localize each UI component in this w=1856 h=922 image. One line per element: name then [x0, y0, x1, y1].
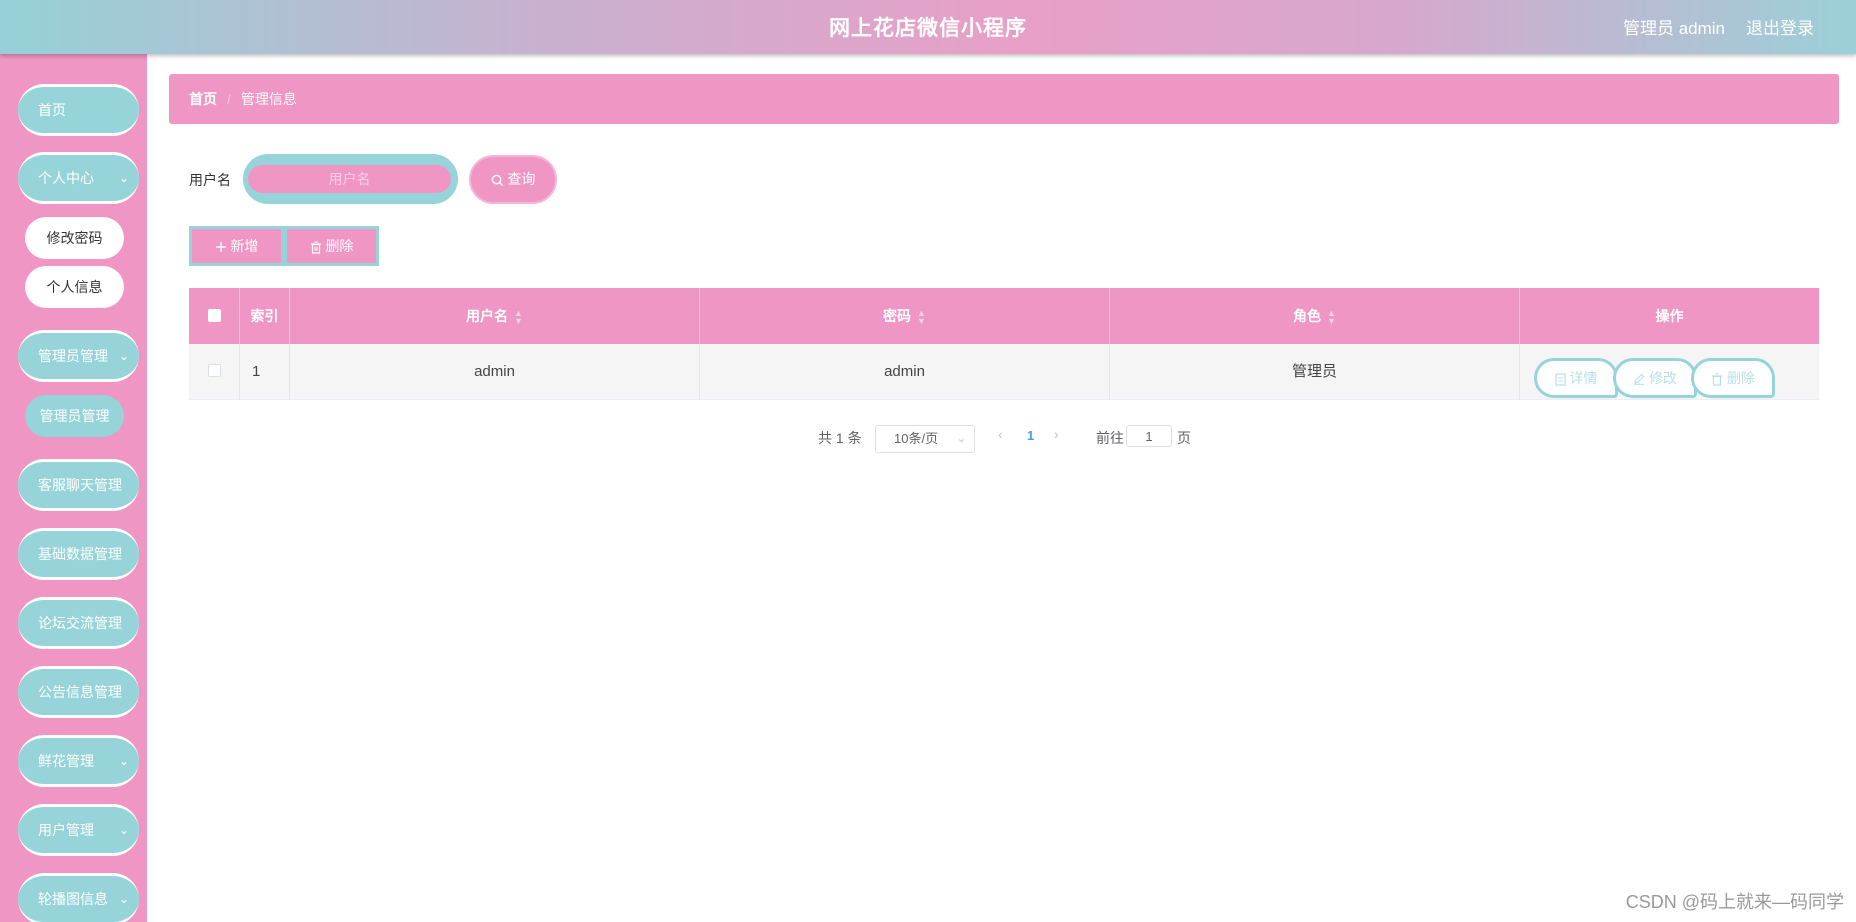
plus-icon: [215, 238, 231, 254]
sidebar-item-label: 客服聊天管理: [38, 477, 122, 493]
sidebar-subitem-label: 管理员管理: [39, 408, 110, 424]
header-role-label: 角色: [1293, 308, 1322, 324]
sidebar-item-label: 用户管理: [38, 822, 94, 838]
logout-link[interactable]: 退出登录: [1746, 14, 1814, 39]
goto-page-input[interactable]: [1126, 425, 1172, 447]
breadcrumb-home[interactable]: 首页: [189, 91, 217, 107]
row-ops: 详情 修改 删除: [1520, 344, 1819, 400]
table-row: 1 admin admin 管理员 详情 修改 删除: [189, 344, 1819, 400]
query-button-label: 查询: [507, 171, 536, 187]
row-delete-button-label: 删除: [1726, 370, 1755, 386]
search-input-wrapper: [243, 154, 458, 204]
pagination-total: 共 1 条: [818, 430, 862, 446]
sidebar-subitem-admin-management[interactable]: 管理员管理: [25, 395, 124, 437]
page-size-select[interactable]: 10条/页 ⌄: [875, 425, 975, 453]
table-header: 索引 用户名 ▲ ▼ 密码 ▲ ▼ 角色 ▲ ▼ 操作: [189, 288, 1819, 344]
header-index: 索引: [240, 288, 290, 344]
app-title: 网上花店微信小程序: [829, 17, 1027, 40]
sidebar-subitem-label: 个人信息: [46, 279, 103, 295]
goto-label: 前往: [1096, 430, 1124, 446]
sidebar-item-label: 论坛交流管理: [38, 615, 122, 631]
sidebar-item-personal-center[interactable]: 个人中心 ⌄: [18, 152, 139, 204]
edit-icon: [1633, 370, 1649, 386]
header-ops: 操作: [1655, 308, 1684, 324]
goto-suffix: 页: [1177, 430, 1191, 446]
chevron-down-icon: ⌄: [118, 754, 129, 768]
delete-button[interactable]: 删除: [284, 226, 379, 266]
chevron-left-icon: ‹: [998, 426, 1003, 442]
detail-button-label: 详情: [1569, 370, 1598, 386]
row-select[interactable]: [189, 344, 240, 400]
add-button-label: 新增: [230, 238, 259, 254]
row-username: admin: [290, 344, 700, 400]
sidebar-item-carousel[interactable]: 轮播图信息 ⌄: [18, 873, 139, 922]
sidebar-subitem-label: 修改密码: [46, 230, 103, 246]
header-select-all[interactable]: [189, 288, 240, 344]
chevron-down-icon: ⌄: [118, 349, 129, 363]
header-username-label: 用户名: [466, 308, 509, 324]
sidebar-item-base-data[interactable]: 基础数据管理: [18, 528, 139, 580]
trash-icon: [1711, 370, 1727, 386]
chevron-down-icon: ⌄: [118, 171, 129, 185]
search-label: 用户名: [189, 172, 231, 188]
sidebar: 首页 个人中心 ⌄ 修改密码 个人信息 管理员管理 ⌄ 管理员管理 客服聊天管理…: [0, 54, 147, 922]
username-search-input[interactable]: [248, 165, 451, 193]
detail-button[interactable]: 详情: [1534, 358, 1618, 398]
edit-button[interactable]: 修改: [1613, 358, 1697, 398]
breadcrumb-current: 管理信息: [240, 91, 297, 107]
sidebar-subitem-change-password[interactable]: 修改密码: [25, 217, 124, 259]
document-icon: [1554, 370, 1570, 386]
row-index: 1: [240, 344, 290, 400]
trash-icon: [310, 238, 326, 254]
row-delete-button[interactable]: 删除: [1691, 358, 1775, 398]
header-username[interactable]: 用户名 ▲ ▼: [290, 288, 700, 344]
next-page-button[interactable]: ›: [1054, 426, 1059, 442]
sort-icon[interactable]: ▲ ▼: [1327, 309, 1336, 326]
page-number-current[interactable]: 1: [1027, 428, 1034, 443]
header-role[interactable]: 角色 ▲ ▼: [1110, 288, 1520, 344]
row-checkbox[interactable]: [207, 364, 221, 378]
sort-icon[interactable]: ▲ ▼: [917, 309, 926, 326]
sidebar-item-chat-management[interactable]: 客服聊天管理: [18, 459, 139, 511]
breadcrumb: 首页 / 管理信息: [169, 74, 1839, 124]
watermark: CSDN @码上就来—码同学: [1625, 892, 1844, 912]
sidebar-item-flowers[interactable]: 鲜花管理 ⌄: [18, 735, 139, 787]
sidebar-item-admin-management[interactable]: 管理员管理 ⌄: [18, 330, 139, 382]
header-password-label: 密码: [883, 308, 912, 324]
sidebar-item-users[interactable]: 用户管理 ⌄: [18, 804, 139, 856]
breadcrumb-separator: /: [227, 91, 231, 107]
page-size-value: 10条/页: [894, 431, 939, 446]
chevron-down-icon: ⌄: [118, 892, 129, 906]
chevron-down-icon: ⌄: [118, 823, 129, 837]
header-password[interactable]: 密码 ▲ ▼: [700, 288, 1110, 344]
edit-button-label: 修改: [1648, 370, 1677, 386]
top-header: 网上花店微信小程序 管理员 admin 退出登录: [0, 0, 1856, 54]
sidebar-item-label: 首页: [38, 102, 66, 118]
row-password: admin: [700, 344, 1110, 400]
chevron-right-icon: ›: [1054, 426, 1059, 442]
search-icon: [491, 171, 508, 187]
select-all-checkbox[interactable]: [207, 309, 221, 323]
row-role: 管理员: [1110, 344, 1520, 400]
sidebar-item-home[interactable]: 首页: [18, 84, 139, 136]
prev-page-button[interactable]: ‹: [998, 426, 1003, 442]
sidebar-item-label: 基础数据管理: [38, 546, 122, 562]
sidebar-item-label: 公告信息管理: [38, 684, 122, 700]
add-button[interactable]: 新增: [189, 226, 284, 266]
sidebar-item-label: 鲜花管理: [38, 753, 94, 769]
sidebar-item-forum[interactable]: 论坛交流管理: [18, 597, 139, 649]
current-user: 管理员 admin: [1622, 19, 1725, 38]
sidebar-item-label: 轮播图信息: [38, 891, 108, 907]
sidebar-item-label: 个人中心: [38, 170, 94, 186]
sort-icon[interactable]: ▲ ▼: [514, 309, 523, 326]
sidebar-item-label: 管理员管理: [38, 348, 108, 364]
sidebar-item-notice[interactable]: 公告信息管理: [18, 666, 139, 718]
query-button[interactable]: 查询: [469, 155, 557, 204]
chevron-down-icon: ⌄: [956, 433, 966, 445]
delete-button-label: 删除: [325, 238, 354, 254]
sidebar-subitem-personal-info[interactable]: 个人信息: [25, 266, 124, 308]
